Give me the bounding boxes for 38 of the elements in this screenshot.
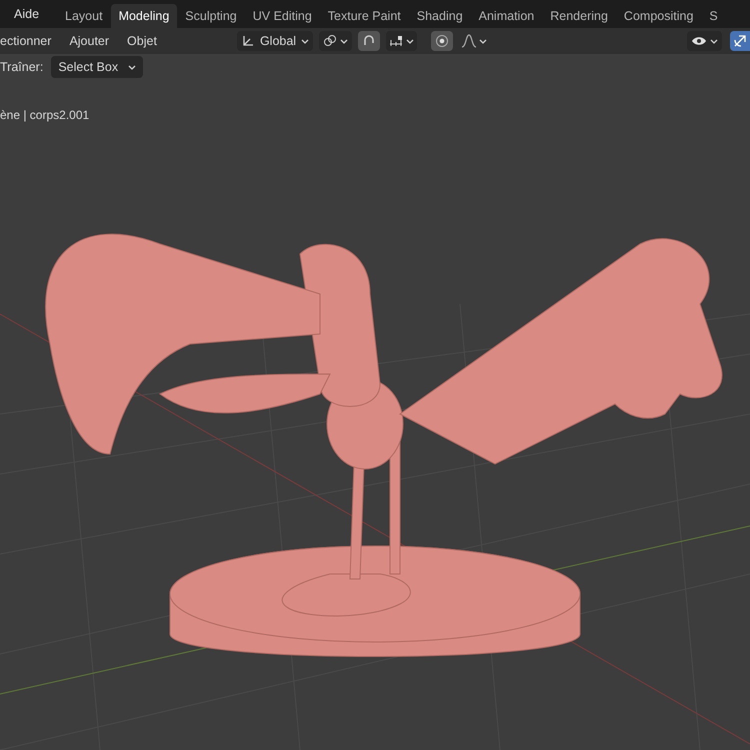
workspace-tab[interactable]: Compositing [616,4,702,28]
header-menu[interactable]: Ajouter [69,32,110,50]
caret-icon [710,38,718,44]
header-menu[interactable]: Objet [127,32,157,50]
gizmo-toggle[interactable] [730,31,750,51]
workspace-tab[interactable]: Layout [57,4,111,28]
tool-setting-label: Traîner: [0,58,44,76]
gizmo-icon [733,34,747,48]
caret-icon [406,38,414,44]
caret-icon [128,64,136,70]
eye-icon [691,35,707,47]
visibility-dropdown[interactable] [687,31,722,51]
caret-icon [301,38,310,44]
snap-target-dropdown[interactable] [386,31,418,51]
header-menu[interactable]: ectionner [0,32,52,50]
workspace-tab[interactable]: Shading [408,4,471,28]
workspace-tab[interactable]: Sculpting [177,4,245,28]
proportional-toggle[interactable] [431,31,454,51]
select-mode-dropdown[interactable]: Select Box [51,56,144,78]
falloff-curve-icon [461,34,478,48]
link-icon [323,34,338,48]
magnet-icon [362,34,376,48]
snap-toggle[interactable] [358,31,380,51]
object-info: ène | corps2.001 [0,107,90,124]
increment-icon [389,35,404,47]
circle-dot-icon [435,34,450,48]
caret-icon [340,38,348,44]
caret-icon [479,38,488,44]
workspace-tab[interactable]: Texture Paint [320,4,409,28]
workspace-tab[interactable]: Animation [470,4,542,28]
workspace-tab[interactable]: Rendering [542,4,616,28]
workspace-tab[interactable]: UV Editing [244,4,320,28]
axes-icon [240,34,255,48]
pivot-dropdown[interactable] [319,31,352,51]
orientation-dropdown[interactable]: Global [236,31,314,51]
workspace-tab[interactable]: Modeling [110,4,178,28]
workspace-tab[interactable]: S [701,4,726,28]
help-menu[interactable]: Aide [14,4,40,24]
